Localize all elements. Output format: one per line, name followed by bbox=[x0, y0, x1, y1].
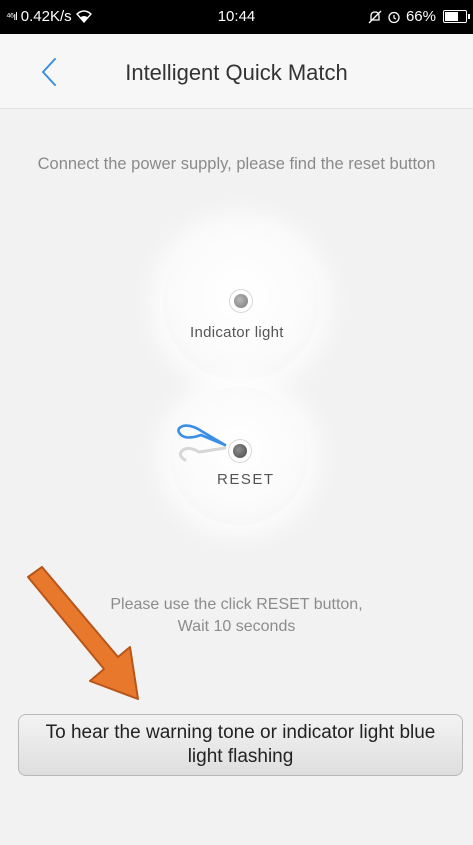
confirm-button[interactable]: To hear the warning tone or indicator li… bbox=[18, 714, 463, 776]
mute-icon bbox=[368, 10, 382, 23]
page-title: Intelligent Quick Match bbox=[125, 60, 348, 85]
nav-bar: Intelligent Quick Match bbox=[0, 34, 473, 109]
reset-label: RESET bbox=[217, 471, 275, 488]
instruction-text: Connect the power supply, please find th… bbox=[37, 155, 436, 173]
battery-icon bbox=[443, 10, 470, 23]
battery-percent: 66% bbox=[405, 8, 436, 25]
reset-button-icon bbox=[233, 444, 247, 458]
arrow-icon bbox=[27, 566, 139, 700]
indicator-light-icon bbox=[234, 294, 248, 308]
indicator-label: Indicator light bbox=[190, 324, 284, 341]
status-bar: ⁴⁶ıl 0.42K/s 10:44 66% bbox=[0, 0, 473, 34]
status-right: 66% bbox=[368, 8, 470, 25]
alarm-icon bbox=[388, 11, 400, 23]
reset-pin-icon bbox=[177, 424, 227, 462]
